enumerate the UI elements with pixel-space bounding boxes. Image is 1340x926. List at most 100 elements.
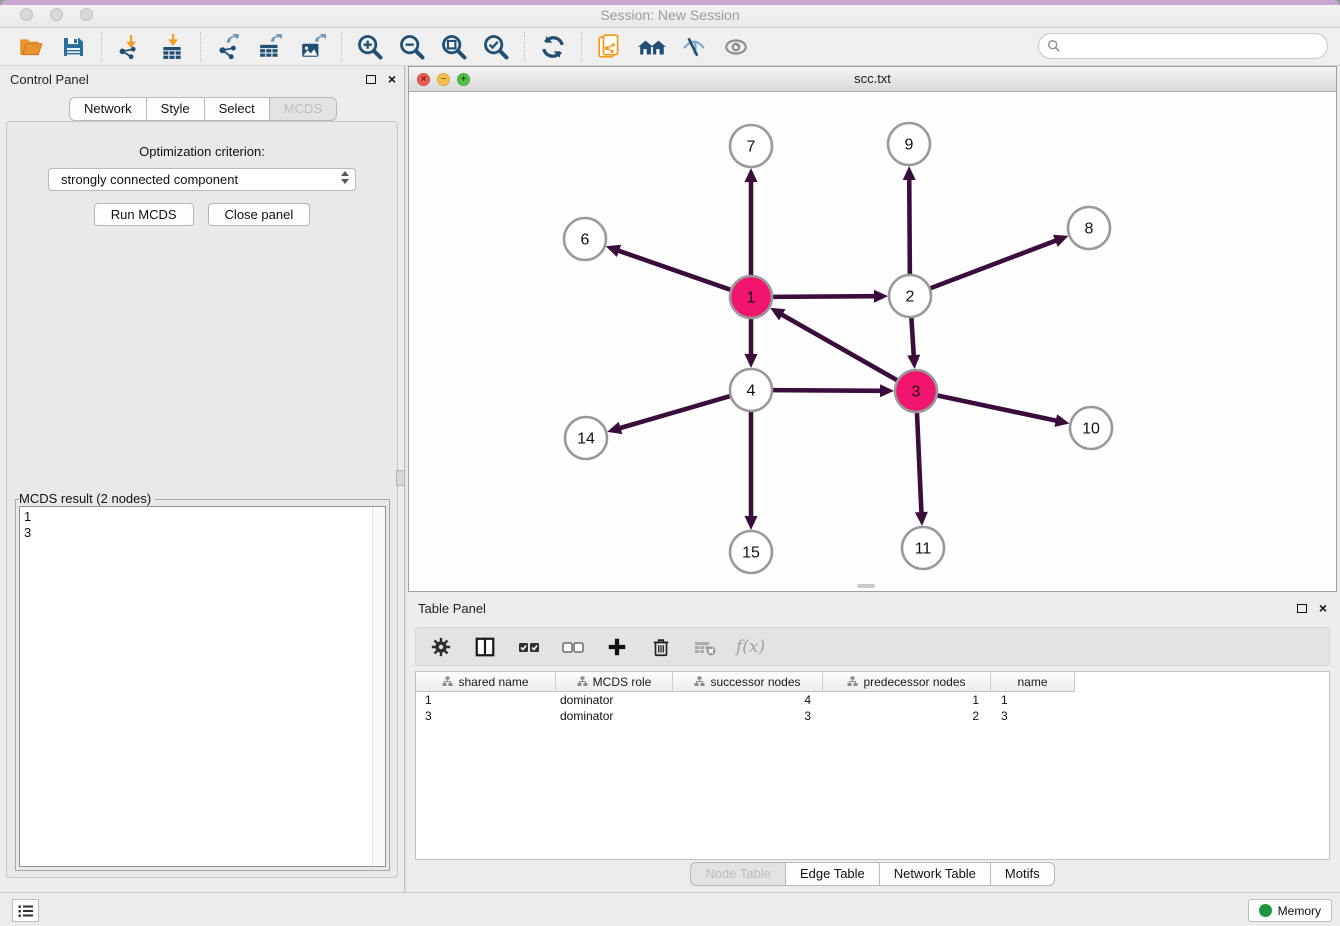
add-row-icon[interactable] — [604, 634, 630, 660]
table-cell[interactable]: 2 — [823, 708, 991, 724]
graph-node-label: 3 — [912, 384, 921, 401]
edge-arrowhead — [607, 422, 622, 434]
run-mcds-button[interactable]: Run MCDS — [94, 203, 194, 226]
column-header-label: MCDS role — [593, 675, 652, 689]
table-panel-title: Table Panel — [418, 601, 486, 616]
zoom-selected-icon[interactable] — [481, 32, 511, 62]
zoom-fit-icon[interactable] — [439, 32, 469, 62]
edge-arrowhead — [903, 166, 916, 180]
attribute-tree-icon — [694, 676, 705, 687]
edge-4-3[interactable] — [770, 390, 882, 391]
delete-row-icon[interactable] — [648, 634, 674, 660]
zoom-in-icon[interactable] — [355, 32, 385, 62]
table-cell[interactable]: 1 — [416, 692, 556, 708]
edge-arrowhead — [874, 290, 888, 303]
table-cell[interactable]: 3 — [416, 708, 556, 724]
table-row[interactable]: 3dominator323 — [416, 708, 1329, 724]
mcds-result-textarea[interactable]: 13 — [19, 506, 386, 867]
edge-1-6[interactable] — [617, 250, 733, 291]
edge-2-3[interactable] — [911, 315, 914, 357]
home-icon[interactable] — [637, 32, 667, 62]
canvas-scroll-indicator[interactable] — [857, 584, 875, 588]
splitter-handle[interactable] — [396, 470, 405, 486]
deselect-all-checkboxes-icon[interactable] — [560, 634, 586, 660]
memory-status-icon — [1259, 904, 1272, 917]
edge-arrowhead — [907, 355, 920, 369]
column-header-predecessor-nodes[interactable]: predecessor nodes — [823, 672, 991, 692]
apply-layout-icon[interactable] — [538, 32, 568, 62]
table-tab-network-table[interactable]: Network Table — [879, 862, 990, 886]
column-header-name[interactable]: name — [991, 672, 1075, 692]
column-header-successor-nodes[interactable]: successor nodes — [673, 672, 823, 692]
dropdown-stepper-icon — [341, 171, 349, 184]
table-cell[interactable]: 1 — [823, 692, 991, 708]
float-table-panel-icon[interactable] — [1297, 604, 1307, 613]
tab-network[interactable]: Network — [69, 97, 146, 121]
table-row[interactable]: 1dominator411 — [416, 692, 1329, 708]
export-table-icon[interactable] — [256, 32, 286, 62]
column-header-MCDS-role[interactable]: MCDS role — [556, 672, 673, 692]
export-image-icon[interactable] — [298, 32, 328, 62]
result-scrollbar[interactable] — [372, 507, 385, 866]
column-header-label: successor nodes — [710, 675, 800, 689]
network-file-icon[interactable] — [595, 32, 625, 62]
table-cell[interactable]: 3 — [991, 708, 1075, 724]
edge-1-2[interactable] — [770, 296, 876, 297]
task-history-button[interactable] — [12, 899, 39, 922]
column-header-shared-name[interactable]: shared name — [416, 672, 556, 692]
show-columns-icon[interactable] — [472, 634, 498, 660]
float-panel-icon[interactable] — [366, 75, 376, 84]
delete-table-icon[interactable] — [692, 634, 718, 660]
table-cell[interactable]: 1 — [991, 692, 1075, 708]
close-panel-button[interactable]: Close panel — [208, 203, 311, 226]
network-window-titlebar[interactable]: × − + scc.txt — [409, 67, 1336, 92]
search-input[interactable] — [1065, 38, 1327, 54]
tab-select[interactable]: Select — [204, 97, 269, 121]
attribute-tree-icon — [577, 676, 588, 687]
hide-graphics-details-icon[interactable] — [679, 32, 709, 62]
edge-2-9[interactable] — [909, 178, 910, 277]
open-session-icon[interactable] — [16, 32, 46, 62]
edge-3-11[interactable] — [917, 410, 922, 514]
edge-3-10[interactable] — [935, 395, 1058, 421]
table-cell[interactable]: dominator — [556, 708, 673, 724]
export-network-icon[interactable] — [214, 32, 244, 62]
network-canvas[interactable]: 7968124314101511 — [409, 92, 1336, 591]
tab-style[interactable]: Style — [146, 97, 204, 121]
import-table-icon[interactable] — [157, 32, 187, 62]
toolbar-separator — [341, 32, 342, 62]
function-builder-icon[interactable]: f(x) — [736, 637, 765, 657]
table-cell[interactable]: 3 — [673, 708, 823, 724]
edge-4-14[interactable] — [619, 395, 733, 428]
edge-arrowhead — [745, 516, 758, 530]
search-box[interactable] — [1038, 33, 1328, 59]
table-tab-node-table[interactable]: Node Table — [690, 862, 785, 886]
attribute-tree-icon — [442, 676, 453, 687]
zoom-out-icon[interactable] — [397, 32, 427, 62]
save-session-icon[interactable] — [58, 32, 88, 62]
import-network-icon[interactable] — [115, 32, 145, 62]
graph-node-label: 2 — [906, 289, 915, 306]
edge-arrowhead — [745, 354, 758, 368]
table-header-row: shared name MCDS role successor nodes prede… — [416, 672, 1329, 692]
graph-node-label: 8 — [1085, 221, 1094, 238]
table-cell[interactable]: 4 — [673, 692, 823, 708]
tab-mcds[interactable]: MCDS — [269, 97, 337, 121]
memory-button[interactable]: Memory — [1248, 899, 1332, 922]
select-all-checkboxes-icon[interactable] — [516, 634, 542, 660]
column-header-label: shared name — [458, 675, 528, 689]
show-eye-icon[interactable] — [721, 32, 751, 62]
control-panel-header: Control Panel × — [0, 66, 406, 92]
control-panel-title: Control Panel — [10, 72, 89, 87]
table-tab-motifs[interactable]: Motifs — [990, 862, 1055, 886]
edge-2-8[interactable] — [928, 240, 1057, 289]
edge-3-1[interactable] — [781, 314, 900, 382]
close-panel-icon[interactable]: × — [388, 72, 396, 86]
network-graph: 7968124314101511 — [409, 92, 1336, 592]
criterion-dropdown[interactable]: strongly connected component — [48, 168, 356, 191]
column-settings-gear-icon[interactable] — [428, 634, 454, 660]
graph-node-label: 1 — [747, 290, 756, 307]
table-cell[interactable]: dominator — [556, 692, 673, 708]
close-table-panel-icon[interactable]: × — [1319, 601, 1327, 615]
table-tab-edge-table[interactable]: Edge Table — [785, 862, 879, 886]
